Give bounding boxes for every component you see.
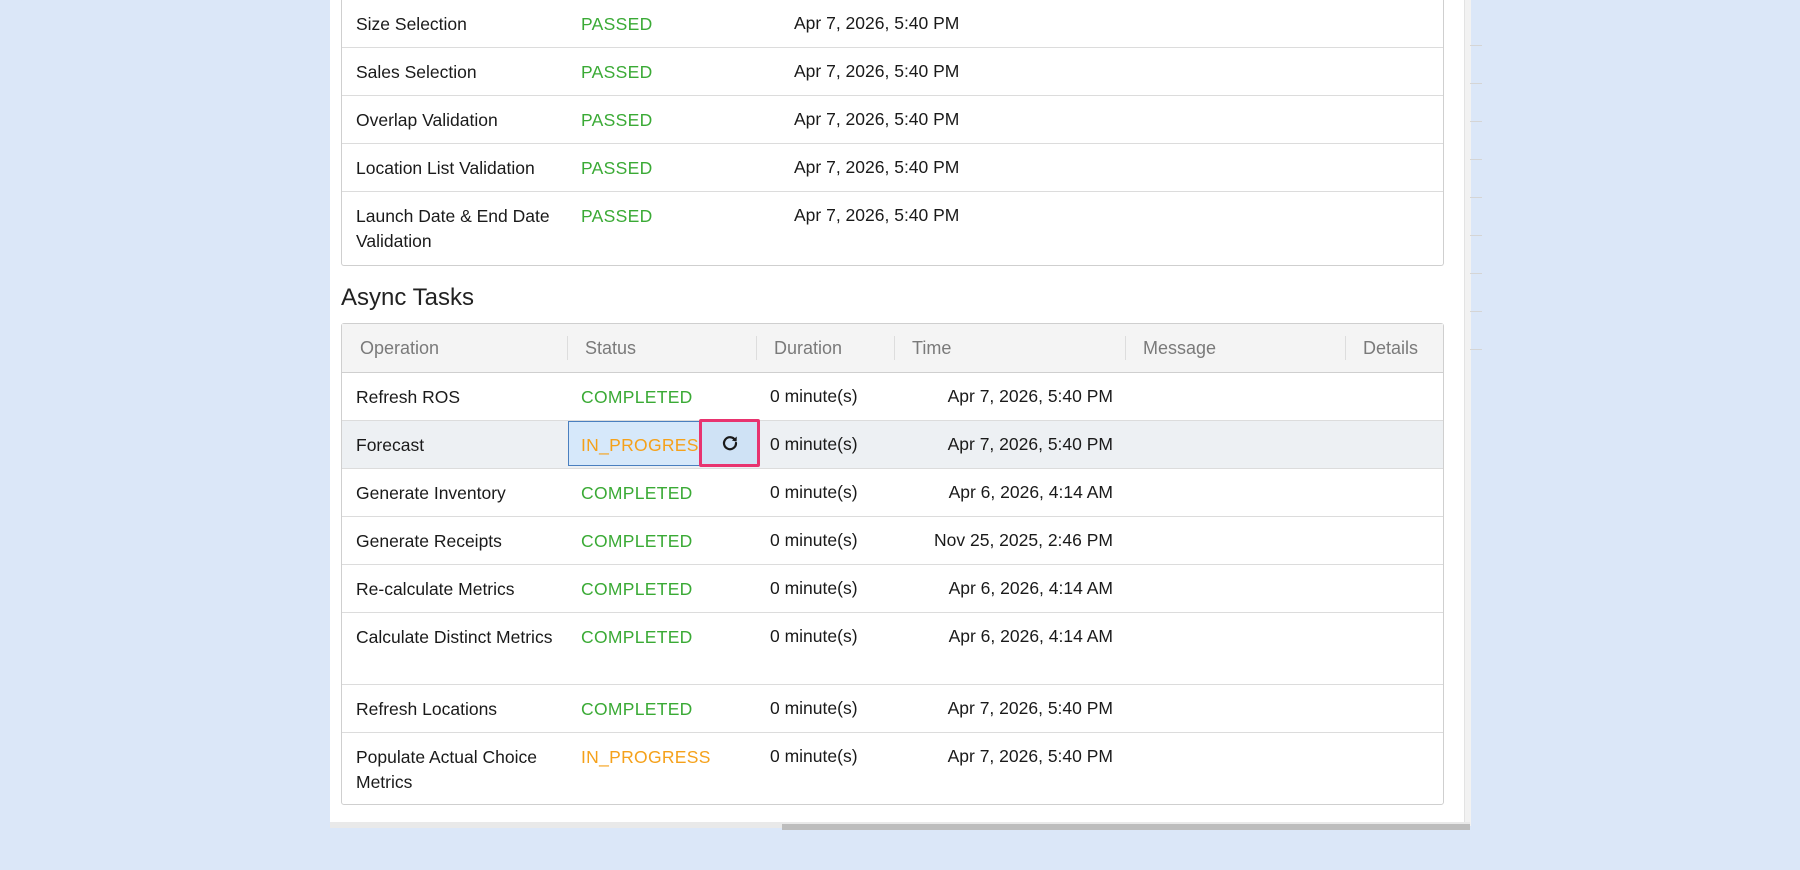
column-divider[interactable] (1345, 336, 1346, 360)
time-text: Apr 7, 2026, 5:40 PM (947, 386, 1113, 406)
validation-table: Size Selection PASSED Apr 7, 2026, 5:40 … (341, 0, 1444, 266)
refresh-icon (720, 433, 740, 453)
duration-text: 0 minute(s) (770, 626, 858, 646)
status-text: COMPLETED (581, 579, 693, 599)
validation-time: Apr 7, 2026, 5:40 PM (794, 205, 960, 225)
table-row: Size Selection PASSED Apr 7, 2026, 5:40 … (342, 0, 1443, 48)
operation-name: Re-calculate Metrics (356, 579, 515, 599)
status-text: COMPLETED (581, 531, 693, 551)
duration-text: 0 minute(s) (770, 386, 858, 406)
column-header-time[interactable]: Time (912, 324, 951, 372)
column-divider[interactable] (894, 336, 895, 360)
time-text: Apr 7, 2026, 5:40 PM (947, 434, 1113, 454)
async-tasks-table: Operation Status Duration Time Message D… (341, 323, 1444, 805)
validation-time: Apr 7, 2026, 5:40 PM (794, 13, 960, 33)
table-row[interactable]: Calculate Distinct Metrics COMPLETED 0 m… (342, 613, 1443, 685)
operation-name: Refresh Locations (356, 699, 498, 719)
table-row[interactable]: Populate Actual Choice Metrics IN_PROGRE… (342, 733, 1443, 804)
refresh-button[interactable] (699, 419, 760, 467)
time-text: Apr 6, 2026, 4:14 AM (948, 578, 1113, 598)
status-text: IN_PROGRESS (581, 747, 711, 767)
column-header-status[interactable]: Status (585, 324, 636, 372)
status-text: IN_PROGRESS (581, 435, 711, 455)
time-text: Nov 25, 2025, 2:46 PM (934, 530, 1113, 550)
validation-name: Launch Date & End Date Validation (356, 206, 550, 251)
table-row[interactable]: Refresh ROS COMPLETED 0 minute(s) Apr 7,… (342, 373, 1443, 421)
time-text: Apr 7, 2026, 5:40 PM (947, 698, 1113, 718)
section-title: Async Tasks (341, 284, 474, 311)
column-divider[interactable] (756, 336, 757, 360)
operation-name: Generate Receipts (356, 531, 502, 551)
column-header-details[interactable]: Details (1363, 324, 1418, 372)
duration-text: 0 minute(s) (770, 434, 858, 454)
table-row[interactable]: Generate Inventory COMPLETED 0 minute(s)… (342, 469, 1443, 517)
table-row: Sales Selection PASSED Apr 7, 2026, 5:40… (342, 48, 1443, 96)
validation-status: PASSED (581, 206, 653, 226)
validation-name: Size Selection (356, 14, 467, 34)
validation-name: Location List Validation (356, 158, 535, 178)
validation-time: Apr 7, 2026, 5:40 PM (794, 109, 960, 129)
validation-status: PASSED (581, 14, 653, 34)
column-divider[interactable] (567, 336, 568, 360)
table-row: Launch Date & End Date Validation PASSED… (342, 192, 1443, 265)
validation-status: PASSED (581, 158, 653, 178)
time-text: Apr 6, 2026, 4:14 AM (948, 482, 1113, 502)
table-row: Location List Validation PASSED Apr 7, 2… (342, 144, 1443, 192)
validation-status: PASSED (581, 110, 653, 130)
table-row[interactable]: Forecast IN_PROGRESS 0 minute(s) Apr 7, … (342, 419, 1443, 469)
operation-name: Populate Actual Choice Metrics (356, 747, 537, 792)
background-sheet-lines (1470, 0, 1482, 826)
duration-text: 0 minute(s) (770, 482, 858, 502)
duration-text: 0 minute(s) (770, 578, 858, 598)
operation-name: Generate Inventory (356, 483, 506, 503)
status-text: COMPLETED (581, 483, 693, 503)
validation-name: Overlap Validation (356, 110, 498, 130)
status-text: COMPLETED (581, 627, 693, 647)
validation-time: Apr 7, 2026, 5:40 PM (794, 157, 960, 177)
table-row[interactable]: Refresh Locations COMPLETED 0 minute(s) … (342, 685, 1443, 733)
operation-name: Refresh ROS (356, 387, 461, 407)
table-row: Overlap Validation PASSED Apr 7, 2026, 5… (342, 96, 1443, 144)
time-text: Apr 7, 2026, 5:40 PM (947, 746, 1113, 766)
column-header-message[interactable]: Message (1143, 324, 1216, 372)
validation-name: Sales Selection (356, 62, 477, 82)
table-row[interactable]: Generate Receipts COMPLETED 0 minute(s) … (342, 517, 1443, 565)
table-row[interactable]: Re-calculate Metrics COMPLETED 0 minute(… (342, 565, 1443, 613)
operation-name: Calculate Distinct Metrics (356, 627, 553, 647)
operation-name: Forecast (356, 435, 425, 455)
status-text: COMPLETED (581, 699, 693, 719)
horizontal-scrollbar[interactable] (782, 824, 1470, 830)
duration-text: 0 minute(s) (770, 530, 858, 550)
column-header-duration[interactable]: Duration (774, 324, 842, 372)
validation-time: Apr 7, 2026, 5:40 PM (794, 61, 960, 81)
status-text: COMPLETED (581, 387, 693, 407)
column-header-operation[interactable]: Operation (360, 324, 439, 372)
validation-status: PASSED (581, 62, 653, 82)
time-text: Apr 6, 2026, 4:14 AM (948, 626, 1113, 646)
duration-text: 0 minute(s) (770, 746, 858, 766)
table-header: Operation Status Duration Time Message D… (342, 324, 1443, 373)
column-divider[interactable] (1125, 336, 1126, 360)
duration-text: 0 minute(s) (770, 698, 858, 718)
